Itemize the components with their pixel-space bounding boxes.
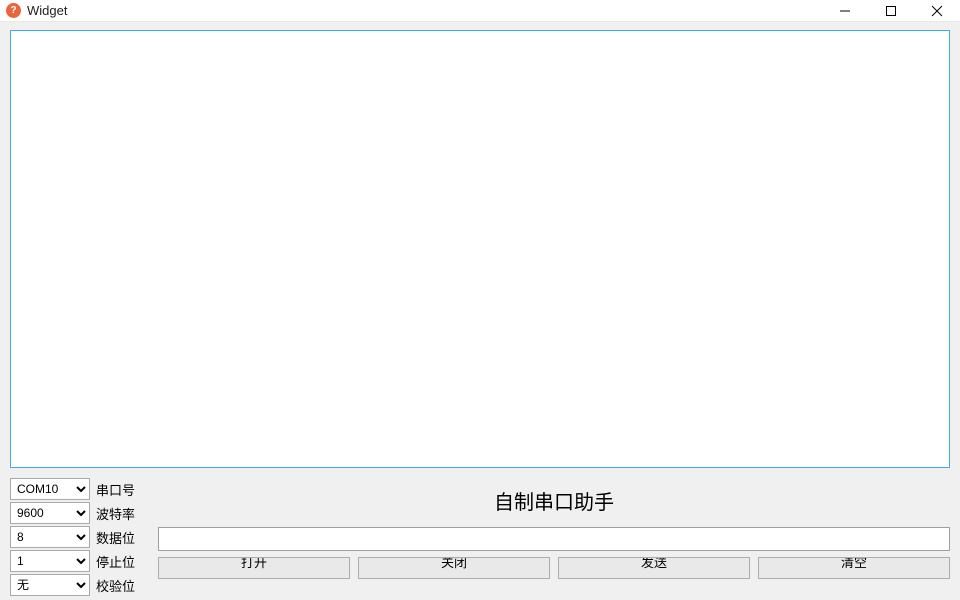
parity-row: 无 校验位 <box>10 574 148 596</box>
clear-button[interactable]: 清空 <box>758 557 950 579</box>
window-title: Widget <box>27 3 67 18</box>
minimize-button[interactable] <box>822 0 868 22</box>
output-textarea[interactable] <box>10 30 950 468</box>
stopbits-select[interactable]: 1 <box>10 550 90 572</box>
window-controls <box>822 0 960 21</box>
baud-label: 波特率 <box>96 504 135 523</box>
parity-label: 校验位 <box>96 576 135 595</box>
app-icon: ? <box>6 3 21 18</box>
close-port-button[interactable]: 关闭 <box>358 557 550 579</box>
databits-row: 8 数据位 <box>10 526 148 548</box>
send-button[interactable]: 发送 <box>558 557 750 579</box>
client-area: COM10 串口号 9600 波特率 8 数据位 1 停止位 <box>0 22 960 600</box>
databits-label: 数据位 <box>96 528 135 547</box>
port-label: 串口号 <box>96 480 135 499</box>
port-select[interactable]: COM10 <box>10 478 90 500</box>
open-button[interactable]: 打开 <box>158 557 350 579</box>
maximize-icon <box>885 5 897 17</box>
minimize-icon <box>839 5 851 17</box>
stopbits-label: 停止位 <box>96 552 135 571</box>
send-input[interactable] <box>158 527 950 551</box>
config-panel: COM10 串口号 9600 波特率 8 数据位 1 停止位 <box>10 478 148 596</box>
databits-select[interactable]: 8 <box>10 526 90 548</box>
main-column: 自制串口助手 打开 关闭 发送 清空 <box>158 478 950 596</box>
port-row: COM10 串口号 <box>10 478 148 500</box>
titlebar: ? Widget <box>0 0 960 22</box>
baud-row: 9600 波特率 <box>10 502 148 524</box>
close-button[interactable] <box>914 0 960 22</box>
maximize-button[interactable] <box>868 0 914 22</box>
bottom-panel: COM10 串口号 9600 波特率 8 数据位 1 停止位 <box>10 478 950 596</box>
parity-select[interactable]: 无 <box>10 574 90 596</box>
app-title: 自制串口助手 <box>158 478 950 527</box>
close-icon <box>931 5 943 17</box>
stopbits-row: 1 停止位 <box>10 550 148 572</box>
button-row: 打开 关闭 发送 清空 <box>158 557 950 579</box>
baud-select[interactable]: 9600 <box>10 502 90 524</box>
